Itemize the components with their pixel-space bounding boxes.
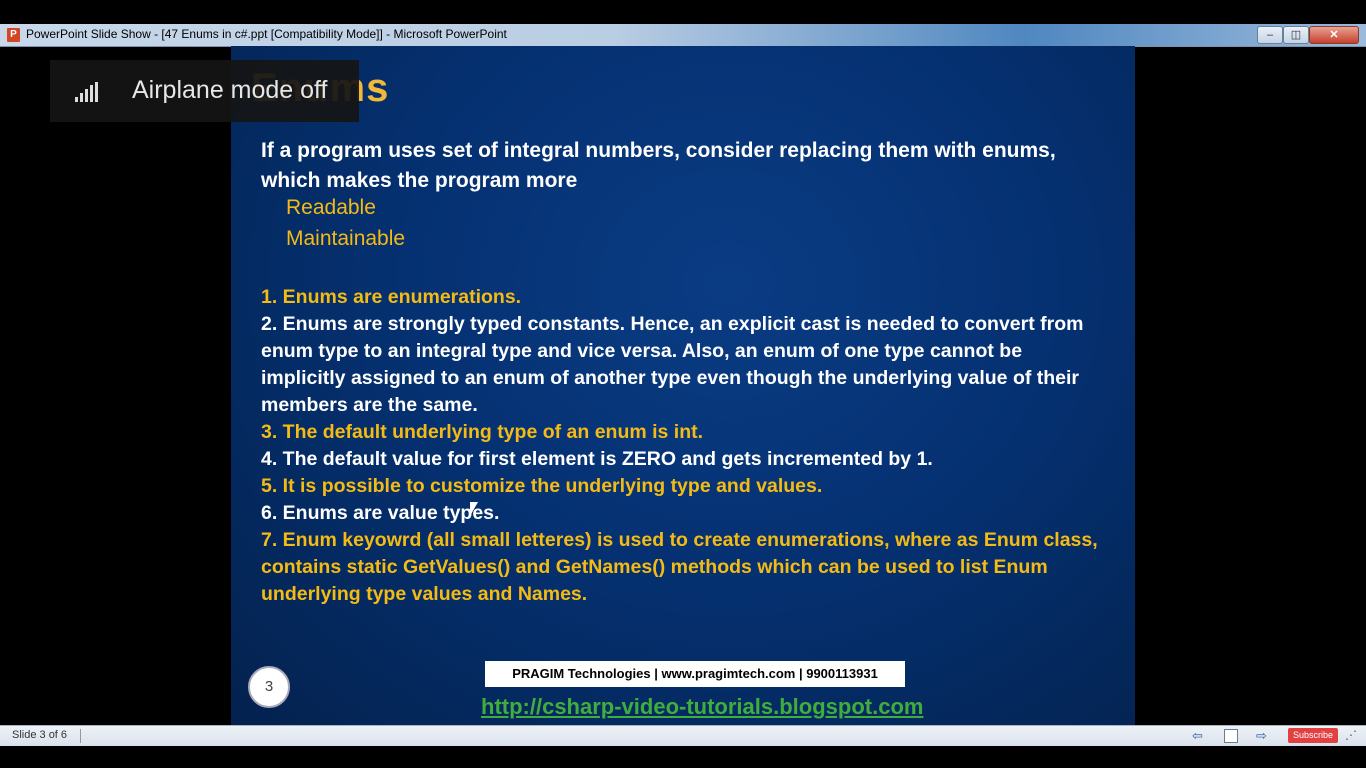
- minimize-button[interactable]: ‒: [1257, 26, 1283, 44]
- status-bar: Slide 3 of 6 ⇦ ⇨ Subscribe ⋰: [0, 725, 1366, 746]
- slide-number-badge: 3: [248, 666, 290, 708]
- airplane-mode-toast: Airplane mode off: [50, 60, 359, 122]
- point-5: 5. It is possible to customize the under…: [261, 475, 823, 497]
- previous-slide-arrow-icon[interactable]: ⇦: [1192, 728, 1203, 744]
- close-button[interactable]: ✕: [1309, 26, 1359, 44]
- next-slide-arrow-icon[interactable]: ⇨: [1256, 728, 1267, 744]
- point-3: 3. The default underlying type of an enu…: [261, 421, 704, 443]
- points-list: 1. Enums are enumerations. 2. Enums are …: [261, 284, 1111, 608]
- point-4: 4. The default value for first element i…: [261, 448, 933, 470]
- signal-icon: [75, 82, 101, 102]
- intro-text: If a program uses set of integral number…: [261, 139, 1056, 192]
- footer-banner: PRAGIM Technologies | www.pragimtech.com…: [485, 661, 905, 687]
- blog-link[interactable]: http://csharp-video-tutorials.blogspot.c…: [481, 694, 923, 720]
- window-titlebar: P PowerPoint Slide Show - [47 Enums in c…: [0, 24, 1366, 47]
- point-6: 6. Enums are value types.: [261, 502, 500, 524]
- point-7: 7. Enum keyowrd (all small letteres) is …: [261, 529, 1098, 605]
- sub-item-readable: Readable: [286, 196, 376, 219]
- status-separator: [80, 729, 81, 743]
- slide-indicator: Slide 3 of 6: [12, 729, 68, 741]
- point-2: 2. Enums are strongly typed constants. H…: [261, 313, 1084, 416]
- point-1: 1. Enums are enumerations.: [261, 286, 522, 308]
- sub-item-maintainable: Maintainable: [286, 227, 406, 250]
- toast-message: Airplane mode off: [132, 76, 328, 104]
- resize-grip-icon[interactable]: ⋰: [1345, 728, 1357, 742]
- window-title: PowerPoint Slide Show - [47 Enums in c#.…: [26, 27, 507, 41]
- subscribe-button[interactable]: Subscribe: [1288, 728, 1338, 743]
- slide-menu-icon[interactable]: [1224, 729, 1238, 743]
- powerpoint-icon: P: [7, 28, 20, 42]
- maximize-button[interactable]: ◫: [1283, 26, 1309, 44]
- mouse-cursor-icon: [470, 502, 478, 516]
- slide-canvas[interactable]: Enums If a program uses set of integral …: [231, 46, 1135, 725]
